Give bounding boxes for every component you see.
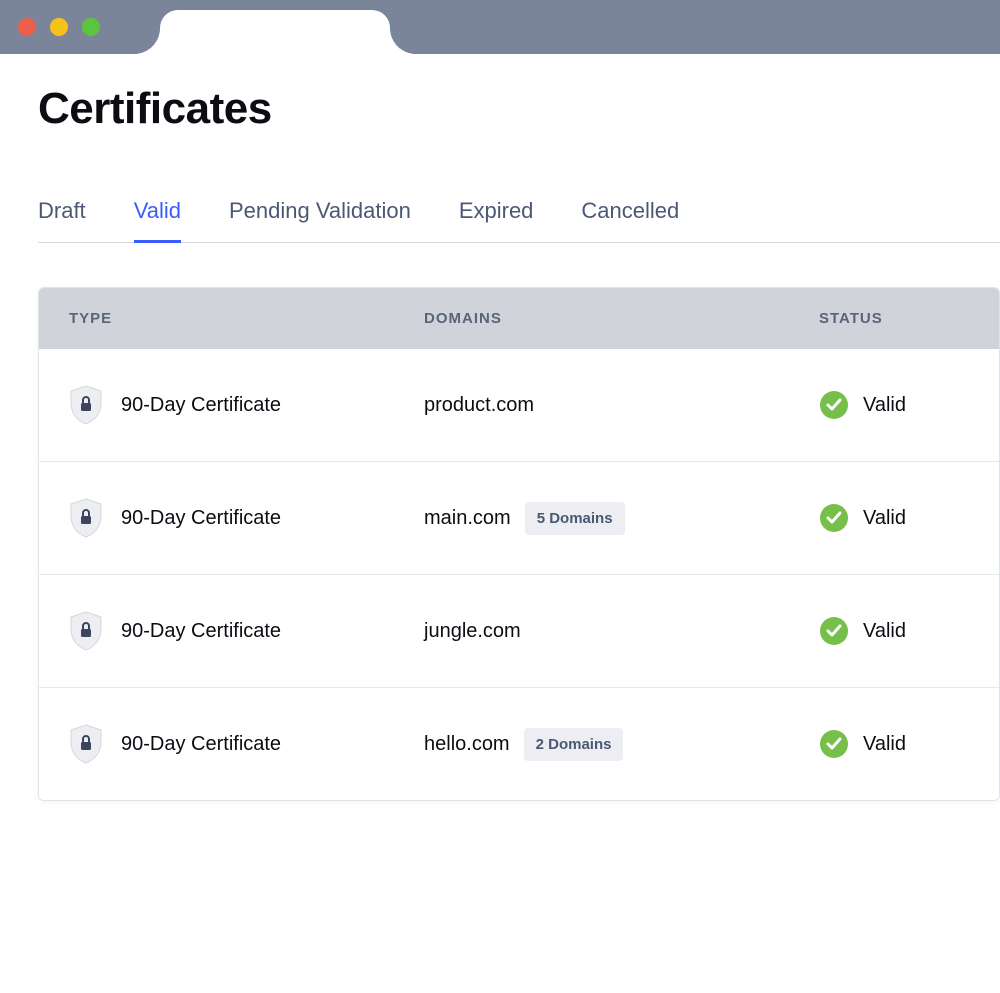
check-circle-icon [819,616,849,646]
certificate-type-label: 90-Day Certificate [121,507,281,530]
cell-type: 90-Day Certificate [69,724,424,764]
table-header-row: TYPE DOMAINS STATUS [39,288,999,349]
certificate-type-label: 90-Day Certificate [121,394,281,417]
column-header-status: STATUS [819,310,999,327]
shield-lock-icon [69,724,103,764]
status-label: Valid [863,507,906,530]
certificates-table: TYPE DOMAINS STATUS 90-Day Certificate [38,287,1000,801]
status-label: Valid [863,733,906,756]
domain-name: jungle.com [424,620,521,643]
table-row[interactable]: 90-Day Certificate jungle.com Valid [39,574,999,687]
page-content: Certificates Draft Valid Pending Validat… [0,54,1000,801]
column-header-type: TYPE [69,310,424,327]
titlebar [0,0,1000,54]
extra-domains-badge[interactable]: 2 Domains [524,728,624,761]
cell-domains: main.com 5 Domains [424,502,819,535]
window-minimize-button[interactable] [50,18,68,36]
tab-valid[interactable]: Valid [134,198,181,243]
domain-name: product.com [424,394,534,417]
shield-lock-icon [69,498,103,538]
window-controls [0,18,100,36]
table-row[interactable]: 90-Day Certificate main.com 5 Domains Va… [39,461,999,574]
table-row[interactable]: 90-Day Certificate product.com Valid [39,349,999,461]
check-circle-icon [819,729,849,759]
cell-status: Valid [819,616,999,646]
check-circle-icon [819,390,849,420]
domain-name: main.com [424,507,511,530]
cell-status: Valid [819,729,999,759]
cell-domains: hello.com 2 Domains [424,728,819,761]
extra-domains-badge[interactable]: 5 Domains [525,502,625,535]
column-header-domains: DOMAINS [424,310,819,327]
certificate-type-label: 90-Day Certificate [121,620,281,643]
cell-status: Valid [819,503,999,533]
page-title: Certificates [38,84,1000,134]
status-label: Valid [863,620,906,643]
cell-domains: product.com [424,394,819,417]
domain-name: hello.com [424,733,510,756]
shield-lock-icon [69,385,103,425]
cell-domains: jungle.com [424,620,819,643]
cell-type: 90-Day Certificate [69,385,424,425]
tab-draft[interactable]: Draft [38,198,86,243]
tab-pending-validation[interactable]: Pending Validation [229,198,411,243]
tab-cancelled[interactable]: Cancelled [581,198,679,243]
certificate-type-label: 90-Day Certificate [121,733,281,756]
status-label: Valid [863,394,906,417]
browser-tab[interactable] [160,10,390,54]
table-body: 90-Day Certificate product.com Valid [39,349,999,800]
shield-lock-icon [69,611,103,651]
cell-status: Valid [819,390,999,420]
window-close-button[interactable] [18,18,36,36]
cell-type: 90-Day Certificate [69,611,424,651]
filter-tabs: Draft Valid Pending Validation Expired C… [38,198,1000,243]
window-maximize-button[interactable] [82,18,100,36]
check-circle-icon [819,503,849,533]
tab-expired[interactable]: Expired [459,198,534,243]
cell-type: 90-Day Certificate [69,498,424,538]
table-row[interactable]: 90-Day Certificate hello.com 2 Domains V… [39,687,999,800]
